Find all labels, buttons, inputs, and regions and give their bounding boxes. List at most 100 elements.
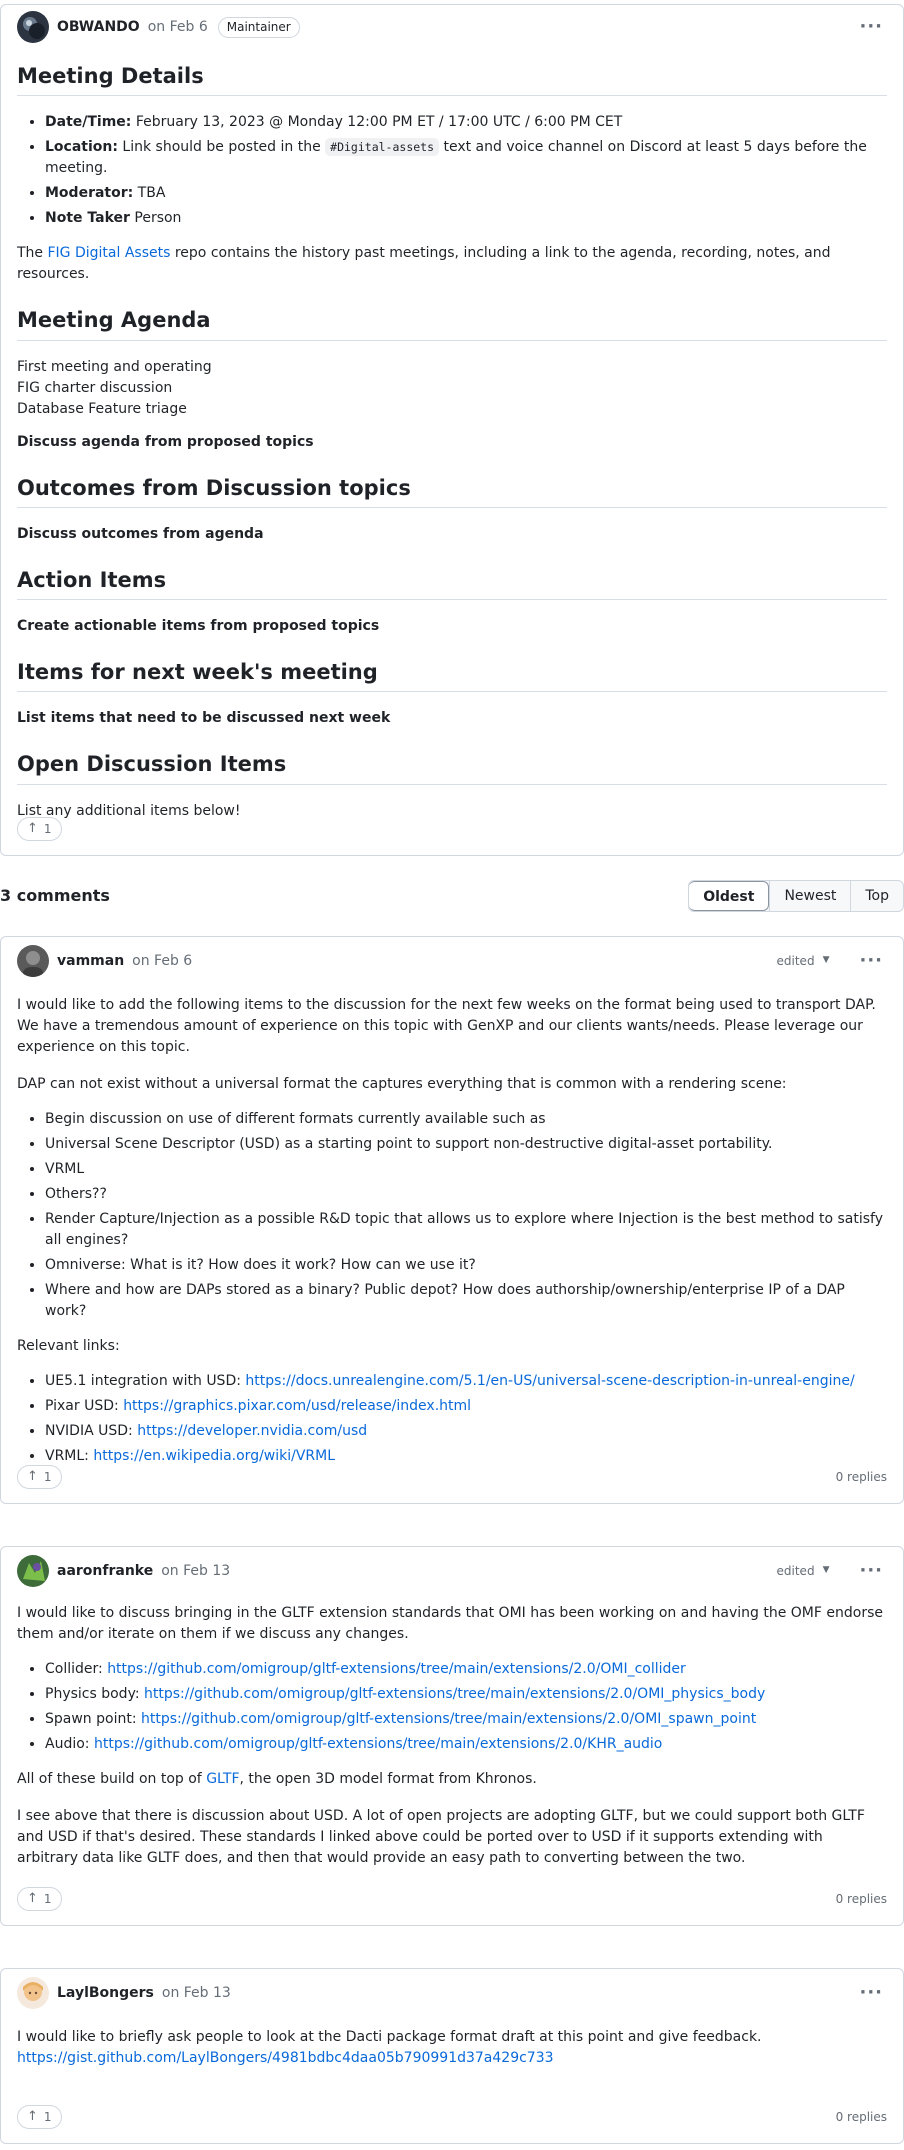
comments-header: 3 comments Oldest Newest Top [0,880,904,912]
comment-date[interactable]: on Feb 13 [161,1561,230,1582]
upvote-button[interactable]: ↑ 1 [17,1465,62,1489]
post-date[interactable]: on Feb 6 [148,17,208,38]
comment: LaylBongers on Feb 13 ··· I would like t… [0,1968,904,2144]
comment-body: I would like to briefly ask people to lo… [1,2015,903,2069]
list-item: Audio: https://github.com/omigroup/gltf-… [45,1734,887,1755]
comment-body: I would like to add the following items … [1,983,903,1467]
vote-count: 1 [43,822,52,836]
comment-header-actions: edited ▼ ··· [777,1549,883,1593]
list-item: VRML [45,1159,887,1180]
upvote-button[interactable]: ↑ 1 [17,817,62,841]
upvote-button[interactable]: ↑ 1 [17,2105,62,2129]
arrow-up-icon: ↑ [27,1891,38,1907]
arrow-up-icon: ↑ [27,2109,38,2125]
list-item: Moderator: TBA [45,183,887,204]
arrow-up-icon: ↑ [27,1469,38,1485]
repo-link[interactable]: FIG Digital Assets [48,245,171,261]
author-name[interactable]: OBWANDO [57,17,140,38]
post-footer: ↑ 1 [17,817,887,841]
comment-footer: ↑ 1 0 replies [17,1887,887,1911]
comment-header: aaronfranke on Feb 13 edited ▼ ··· [1,1549,903,1593]
post-header: OBWANDO on Feb 6 Maintainer ··· [1,5,903,49]
post-body: Meeting Details Date/Time: February 13, … [1,49,903,822]
agenda-lines: First meeting and operating FIG charter … [17,358,212,417]
replies-count[interactable]: 0 replies [836,1890,887,1908]
avatar[interactable] [17,1977,49,2009]
outcomes-text: Discuss outcomes from agenda [17,525,264,542]
avatar[interactable] [17,1555,49,1587]
comment-date[interactable]: on Feb 13 [162,1983,231,2004]
author-name[interactable]: LaylBongers [57,1983,154,2004]
external-link[interactable]: https://graphics.pixar.com/usd/release/i… [123,1398,471,1414]
edited-dropdown[interactable]: edited ▼ [777,952,830,970]
section-heading-open-discussion: Open Discussion Items [17,751,887,785]
comment-header: vamman on Feb 6 edited ▼ ··· [1,939,903,983]
external-link[interactable]: https://developer.nvidia.com/usd [137,1423,367,1439]
comment-header-actions: ··· [859,1971,883,2015]
more-options-icon[interactable]: ··· [859,18,883,36]
gist-link[interactable]: https://gist.github.com/LaylBongers/4981… [17,2050,554,2066]
sort-oldest-button[interactable]: Oldest [689,881,770,911]
list-item: Physics body: https://github.com/omigrou… [45,1684,887,1705]
list-item: Begin discussion on use of different for… [45,1109,887,1130]
comment-date[interactable]: on Feb 6 [132,951,192,972]
section-heading-next-week: Items for next week's meeting [17,659,887,693]
vote-count: 1 [43,1892,52,1906]
comment-header-actions: edited ▼ ··· [777,939,883,983]
external-link[interactable]: https://en.wikipedia.org/wiki/VRML [93,1448,335,1464]
replies-count[interactable]: 0 replies [836,2108,887,2126]
vote-count: 1 [43,1470,52,1484]
external-link[interactable]: https://github.com/omigroup/gltf-extensi… [94,1736,662,1752]
avatar[interactable] [17,945,49,977]
repo-paragraph: The FIG Digital Assets repo contains the… [17,245,831,283]
comment-paragraph: DAP can not exist without a universal fo… [17,1076,787,1092]
section-heading-action-items: Action Items [17,567,887,600]
list-item: Render Capture/Injection as a possible R… [45,1209,887,1251]
comments-count: 3 comments [0,886,110,905]
links-list: Collider: https://github.com/omigroup/gl… [45,1659,887,1755]
topic-list: Begin discussion on use of different for… [45,1109,887,1322]
external-link[interactable]: https://github.com/omigroup/gltf-extensi… [141,1711,756,1727]
list-item: Universal Scene Descriptor (USD) as a st… [45,1134,887,1155]
external-link[interactable]: https://github.com/omigroup/gltf-extensi… [107,1661,686,1677]
more-options-icon[interactable]: ··· [859,1984,883,2002]
more-options-icon[interactable]: ··· [859,952,883,970]
comment-paragraph: I would like to add the following items … [17,997,876,1055]
gltf-link[interactable]: GLTF [206,1771,239,1787]
comment-paragraph: I see above that there is discussion abo… [17,1808,865,1866]
list-item: Where and how are DAPs stored as a binar… [45,1280,887,1322]
list-item: Collider: https://github.com/omigroup/gl… [45,1659,887,1680]
external-link[interactable]: https://docs.unrealengine.com/5.1/en-US/… [245,1373,854,1389]
edited-dropdown[interactable]: edited ▼ [777,1562,830,1580]
upvote-button[interactable]: ↑ 1 [17,1887,62,1911]
sort-newest-button[interactable]: Newest [769,881,850,911]
comment-paragraph: I would like to briefly ask people to lo… [17,2029,762,2066]
comment-footer: ↑ 1 0 replies [17,1465,887,1489]
list-item: Date/Time: February 13, 2023 @ Monday 12… [45,112,887,133]
list-item: Spawn point: https://github.com/omigroup… [45,1709,887,1730]
next-week-text: List items that need to be discussed nex… [17,710,391,727]
comment-paragraph: All of these build on top of GLTF, the o… [17,1771,537,1787]
more-options-icon[interactable]: ··· [859,1562,883,1580]
section-heading-meeting-agenda: Meeting Agenda [17,307,887,341]
comment-body: I would like to discuss bringing in the … [1,1593,903,1869]
maintainer-badge: Maintainer [217,16,300,38]
discussion-post: OBWANDO on Feb 6 Maintainer ··· Meeting … [0,4,904,856]
avatar[interactable] [17,11,49,43]
comment: aaronfranke on Feb 13 edited ▼ ··· I woul… [0,1546,904,1926]
post-header-actions: ··· [859,5,883,49]
section-heading-meeting-details: Meeting Details [17,63,887,97]
replies-count[interactable]: 0 replies [836,1468,887,1486]
author-name[interactable]: vamman [57,951,124,972]
author-name[interactable]: aaronfranke [57,1561,153,1582]
list-item: Note Taker Person [45,208,887,229]
external-link[interactable]: https://github.com/omigroup/gltf-extensi… [144,1686,765,1702]
list-item: Pixar USD: https://graphics.pixar.com/us… [45,1396,887,1417]
section-heading-outcomes: Outcomes from Discussion topics [17,475,887,508]
comment-paragraph: I would like to discuss bringing in the … [17,1605,883,1642]
sort-top-button[interactable]: Top [850,881,903,911]
list-item: UE5.1 integration with USD: https://docs… [45,1371,887,1392]
action-items-text: Create actionable items from proposed to… [17,618,380,634]
caret-down-icon: ▼ [822,955,830,966]
comment-header: LaylBongers on Feb 13 ··· [1,1971,903,2015]
